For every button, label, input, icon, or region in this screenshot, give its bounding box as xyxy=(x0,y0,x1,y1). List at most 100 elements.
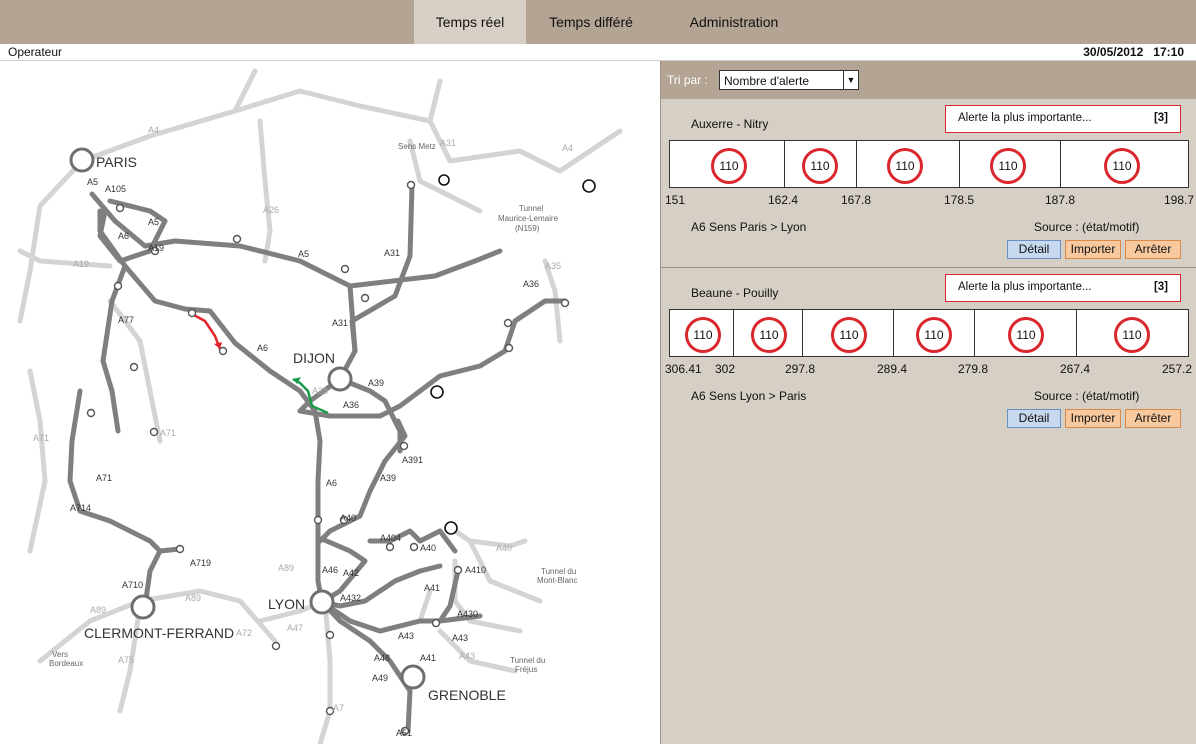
segment-5[interactable]: 110 xyxy=(974,310,1077,356)
alerts-panel: Tri par : Nombre d'alerte ▼ Auxerre - Ni… xyxy=(660,61,1196,744)
city-grenoble: GRENOBLE xyxy=(428,687,506,703)
road-label-a5c: A5 xyxy=(298,249,309,259)
road-label-a19: A19 xyxy=(148,243,164,253)
sort-select-value: Nombre d'alerte xyxy=(724,74,809,88)
segment-strip[interactable]: 110 110 110 110 110 110 xyxy=(669,309,1189,357)
section-title: Auxerre - Nitry xyxy=(691,117,769,131)
note-tunnel-fr-2: Fréjus xyxy=(515,665,537,674)
road-label-a6b: A6 xyxy=(257,343,268,353)
segment-2[interactable]: 110 xyxy=(733,310,803,356)
road-label-a404: A404 xyxy=(380,533,401,543)
km-marker: 178.5 xyxy=(944,193,975,207)
tab-administration[interactable]: Administration xyxy=(664,0,804,44)
source-label: Source : (état/motif) xyxy=(1034,389,1140,403)
section-title: Beaune - Pouilly xyxy=(691,286,779,300)
note-vers-bdx-1: Vers xyxy=(52,650,68,659)
km-marker: 151 xyxy=(665,193,686,207)
detail-button[interactable]: Détail xyxy=(1007,240,1061,259)
tab-temps-differe[interactable]: Temps différé xyxy=(528,0,654,44)
road-label-a89b: A89 xyxy=(185,593,201,603)
note-sens-metz: Sens Metz xyxy=(398,142,436,151)
segment-2[interactable]: 110 xyxy=(784,141,857,187)
road-label-a40: A40 xyxy=(340,513,356,523)
segment-4[interactable]: 110 xyxy=(893,310,975,356)
km-marker: 257.2 xyxy=(1162,362,1193,376)
alert-summary-box[interactable]: Alerte la plus importante... [3] xyxy=(945,105,1181,133)
segment-1[interactable]: 110 xyxy=(670,310,733,356)
road-label-a42: A42 xyxy=(343,568,359,578)
km-marker: 279.8 xyxy=(958,362,989,376)
road-label-a71b: A71 xyxy=(33,433,49,443)
road-label-a89: A89 xyxy=(278,563,294,573)
stop-button[interactable]: Arrêter xyxy=(1125,240,1181,259)
speed-limit-sign: 110 xyxy=(990,148,1026,184)
road-label-a41: A41 xyxy=(424,583,440,593)
km-marker: 167.8 xyxy=(841,193,872,207)
road-label-a71: A71 xyxy=(96,473,112,483)
road-label-a410: A410 xyxy=(465,565,486,575)
km-marker: 289.4 xyxy=(877,362,908,376)
road-label-a40b: A40 xyxy=(420,543,436,553)
city-lyon: LYON xyxy=(268,596,305,612)
segment-3[interactable]: 110 xyxy=(802,310,894,356)
tab-temps-reel[interactable]: Temps réel xyxy=(414,0,526,44)
road-label-a710: A710 xyxy=(122,580,143,590)
road-label-a31: A31 xyxy=(384,248,400,258)
segment-6[interactable]: 110 xyxy=(1076,310,1189,356)
sort-select[interactable]: Nombre d'alerte ▼ xyxy=(719,70,859,90)
note-tunnel-mb-2: Mont-Blanc xyxy=(537,576,577,585)
road-label-a5b: A5 xyxy=(148,217,159,227)
segment-1[interactable]: 110 xyxy=(670,141,784,187)
import-button[interactable]: Importer xyxy=(1065,240,1121,259)
speed-limit-sign: 110 xyxy=(1114,317,1150,353)
main-roads xyxy=(67,183,568,734)
city-dijon: DIJON xyxy=(293,350,335,366)
road-label-a39b: A39 xyxy=(380,473,396,483)
segment-4[interactable]: 110 xyxy=(959,141,1061,187)
segment-5[interactable]: 110 xyxy=(1060,141,1189,187)
road-label-a48: A48 xyxy=(374,653,390,663)
km-marker: 162.4 xyxy=(768,193,799,207)
import-button[interactable]: Importer xyxy=(1065,409,1121,428)
detail-button[interactable]: Détail xyxy=(1007,409,1061,428)
alert-card-1[interactable]: Auxerre - Nitry Alerte la plus important… xyxy=(661,99,1196,261)
road-label-a40c: A40 xyxy=(496,543,512,553)
city-clermont: CLERMONT-FERRAND xyxy=(84,625,234,641)
alert-count: [3] xyxy=(1153,112,1168,124)
road-label-a391: A391 xyxy=(402,455,423,465)
alert-summary-text: Alerte la plus importante... xyxy=(958,281,1092,293)
road-label-a43b: A43 xyxy=(452,633,468,643)
speed-limit-sign: 110 xyxy=(711,148,747,184)
alert-summary-text: Alerte la plus importante... xyxy=(958,112,1092,124)
road-label-a77: A77 xyxy=(118,315,134,325)
road-label-a89c: A89 xyxy=(90,605,106,615)
note-vers-bdx-2: Bordeaux xyxy=(49,659,83,668)
time: 17:10 xyxy=(1153,45,1184,59)
datetime: 30/05/2012 17:10 xyxy=(1083,44,1184,60)
segment-strip[interactable]: 110 110 110 110 110 xyxy=(669,140,1189,188)
road-label-a26: A26 xyxy=(263,205,279,215)
alert-count: [3] xyxy=(1153,281,1168,293)
road-label-a47: A47 xyxy=(287,623,303,633)
km-marker: 198.7 xyxy=(1164,193,1195,207)
road-label-a38: A38 xyxy=(312,386,328,396)
road-label-a43: A43 xyxy=(398,631,414,641)
road-label-a36: A36 xyxy=(523,279,539,289)
speed-limit-sign: 110 xyxy=(1008,317,1044,353)
segment-3[interactable]: 110 xyxy=(856,141,960,187)
road-label-a31b: A31 xyxy=(332,318,348,328)
road-label-a39: A39 xyxy=(368,378,384,388)
direction-label: A6 Sens Paris > Lyon xyxy=(691,220,807,234)
alert-summary-box[interactable]: Alerte la plus importante... [3] xyxy=(945,274,1181,302)
road-label-a51: A51 xyxy=(396,728,412,738)
dropdown-arrow-icon: ▼ xyxy=(843,71,858,89)
road-label-a4b: A4 xyxy=(562,143,573,153)
stop-button[interactable]: Arrêter xyxy=(1125,409,1181,428)
map-svg[interactable]: PARIS DIJON LYON CLERMONT-FERRAND GRENOB… xyxy=(0,61,660,747)
road-network-map[interactable]: PARIS DIJON LYON CLERMONT-FERRAND GRENOB… xyxy=(0,61,660,747)
status-row: Operateur 30/05/2012 17:10 xyxy=(0,44,1196,61)
road-label-a6: A6 xyxy=(118,231,129,241)
km-marker: 306.41 xyxy=(665,362,702,376)
speed-limit-sign: 110 xyxy=(831,317,867,353)
alert-card-2[interactable]: Beaune - Pouilly Alerte la plus importan… xyxy=(661,268,1196,430)
